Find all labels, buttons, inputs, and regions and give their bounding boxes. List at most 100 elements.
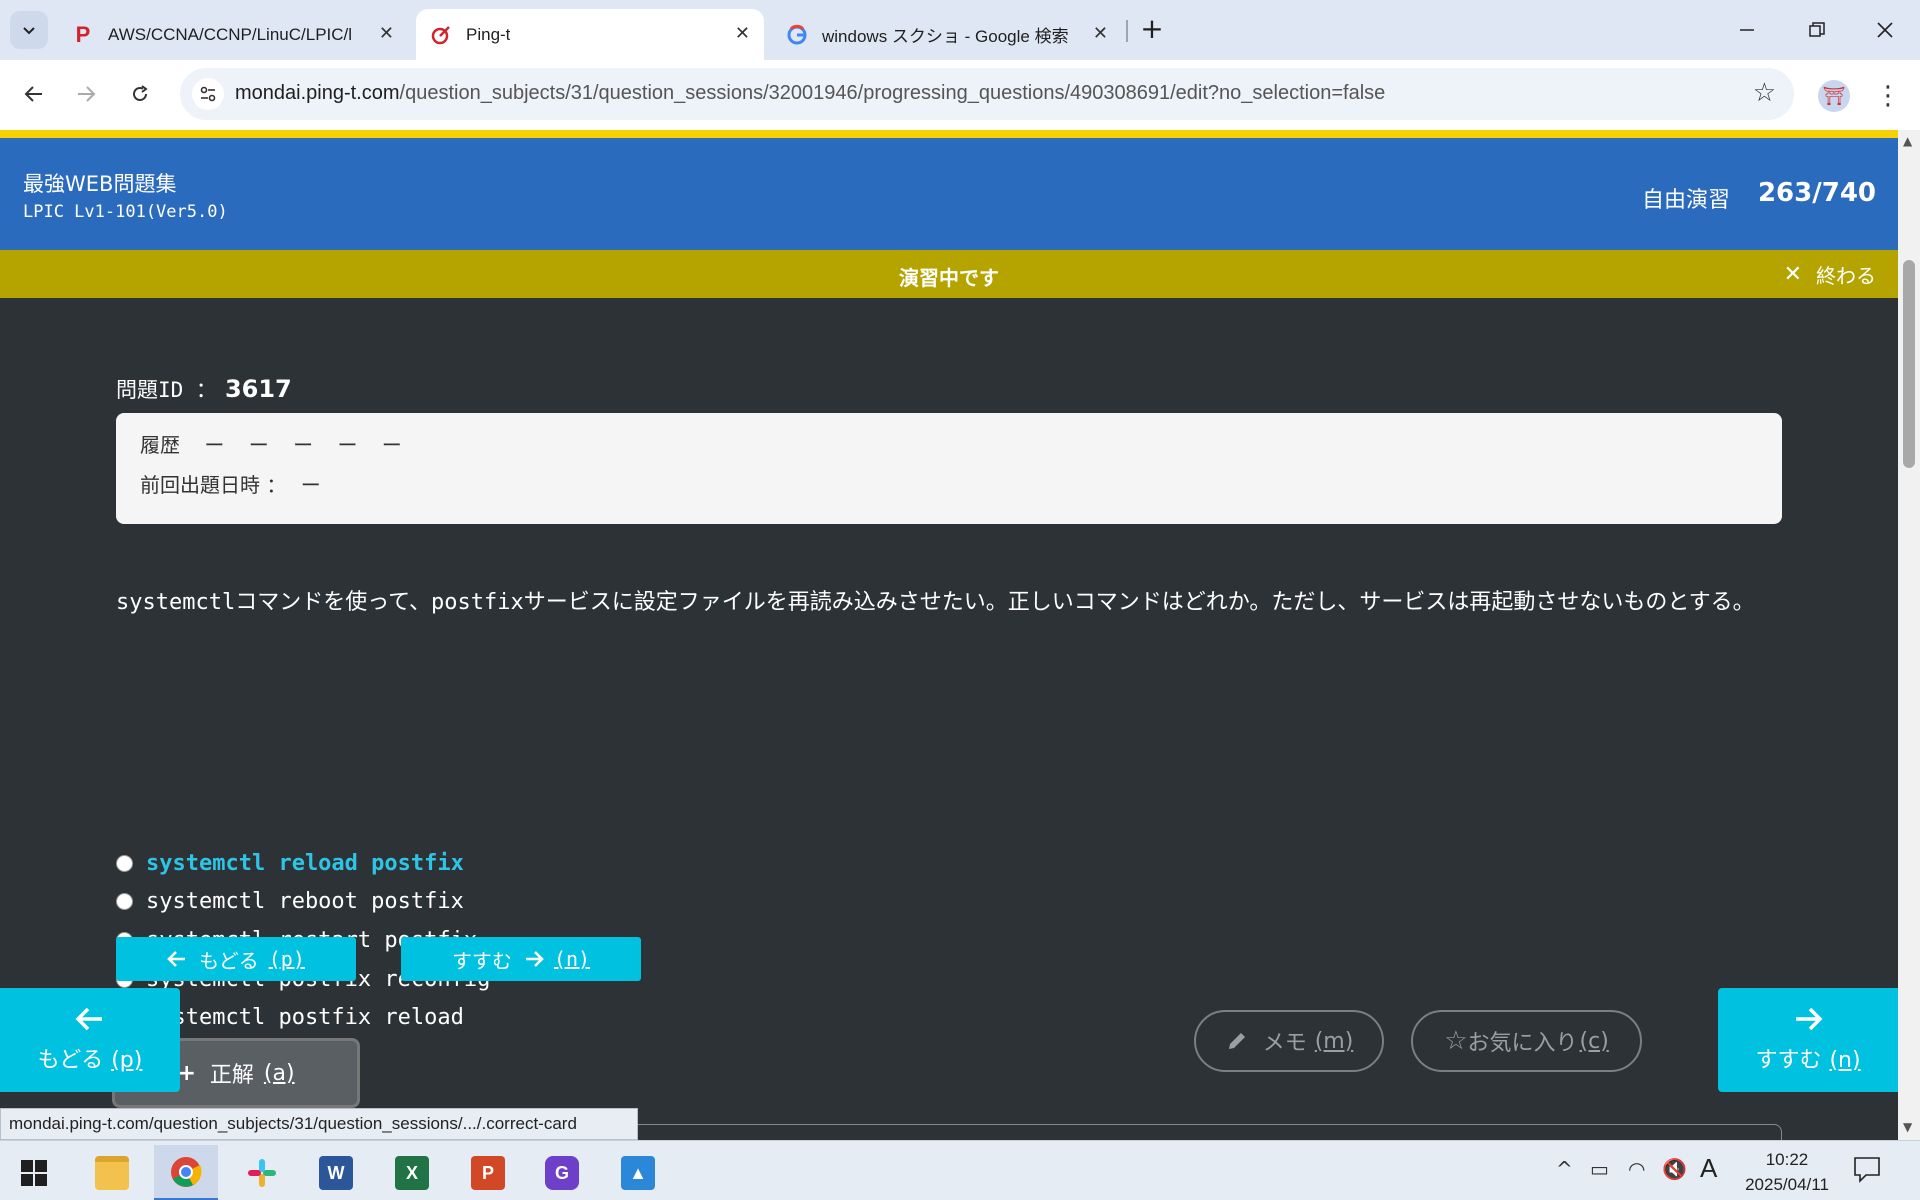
reload-icon[interactable]: [120, 74, 160, 114]
next-button[interactable]: すすむ (n): [401, 937, 641, 981]
forward-arrow-icon[interactable]: [66, 74, 106, 114]
browser-tab-active[interactable]: Ping-t ✕: [416, 9, 764, 60]
tab-separator: [1126, 20, 1128, 42]
wifi-icon[interactable]: ◠: [1628, 1157, 1645, 1181]
floating-next-button[interactable]: すすむ (n): [1718, 988, 1898, 1092]
taskbar-photos[interactable]: ▲: [606, 1145, 670, 1200]
slack-icon: [248, 1159, 276, 1187]
last-date-row: 前回出題日時 ： ー: [140, 469, 321, 498]
url-path: /question_subjects/31/question_sessions/…: [399, 82, 1386, 104]
scroll-up-icon[interactable]: ▲: [1903, 134, 1912, 148]
notification-center-icon[interactable]: [1852, 1155, 1886, 1185]
back-arrow-icon[interactable]: [14, 74, 54, 114]
folder-icon: [95, 1156, 129, 1190]
excel-icon: X: [395, 1156, 429, 1190]
history-mark: ー: [337, 433, 358, 457]
tab-close-icon[interactable]: ✕: [1093, 23, 1108, 44]
back-button[interactable]: もどる (p): [116, 937, 356, 981]
scroll-down-icon[interactable]: ▼: [1903, 1120, 1912, 1134]
floating-back-button[interactable]: もどる (p): [0, 988, 180, 1092]
end-session-button[interactable]: ✕ 終わる: [1784, 260, 1876, 289]
address-bar[interactable]: mondai.ping-t.com/question_subjects/31/q…: [180, 68, 1794, 120]
history-mark: ー: [293, 433, 314, 457]
chevron-down-icon: [23, 27, 35, 35]
next-shortcut-key: (n): [553, 947, 591, 971]
favorite-shortcut-key: (c): [1579, 1028, 1609, 1054]
taskbar-file-explorer[interactable]: [80, 1145, 144, 1200]
favorite-button[interactable]: ☆ お気に入り (c): [1411, 1010, 1642, 1072]
windows-logo-icon: [21, 1160, 47, 1186]
restore-icon[interactable]: [1794, 10, 1840, 50]
history-label: 履歴: [140, 433, 180, 457]
tab-close-icon[interactable]: ✕: [735, 23, 750, 44]
arrow-right-icon: [525, 951, 544, 967]
site-info-icon[interactable]: [192, 78, 224, 110]
question-service: postfix: [431, 590, 524, 615]
history-mark: ー: [248, 433, 269, 457]
photos-icon: ▲: [621, 1156, 655, 1190]
star-outline-icon: ☆: [1444, 1026, 1468, 1056]
answer-option-label: systemctl postfix reload: [146, 1005, 464, 1031]
web-page: 最強WEB問題集 LPIC Lv1-101(Ver5.0) 自由演習 263/7…: [0, 130, 1898, 1140]
ping-t-logo-icon: [430, 24, 452, 46]
arrow-left-icon: [75, 1007, 102, 1031]
speaker-muted-icon[interactable]: 🔇: [1662, 1157, 1687, 1181]
windows-taskbar: W X P G ▲ ^ ▭ ◠ 🔇 A 10:22 2025/04/11: [0, 1140, 1920, 1200]
tab-title: windows スクショ - Google 検索: [822, 27, 1069, 46]
question-id-value: 3617: [224, 375, 292, 403]
floating-back-label: もどる: [37, 1048, 104, 1073]
scrollbar-thumb[interactable]: [1903, 260, 1915, 468]
browser-tab[interactable]: P AWS/CCNA/CCNP/LinuC/LPIC/l ✕: [58, 9, 408, 60]
ime-indicator[interactable]: A: [1700, 1153, 1717, 1184]
url-text: mondai.ping-t.com/question_subjects/31/q…: [235, 82, 1385, 105]
pencil-icon: [1228, 1033, 1245, 1049]
clock-date: 2025/04/11: [1745, 1175, 1829, 1194]
tab-title: Ping-t: [466, 24, 511, 44]
minimize-icon[interactable]: [1724, 10, 1770, 50]
profile-avatar-icon[interactable]: ⛩: [1818, 80, 1850, 112]
question-fragment: コマンドを使って、: [235, 590, 432, 615]
answer-option[interactable]: systemctl reload postfix: [116, 844, 490, 883]
last-date-value: ー: [300, 473, 321, 497]
memo-button[interactable]: メモ (m): [1194, 1010, 1384, 1072]
bookmark-star-icon[interactable]: ☆: [1753, 80, 1776, 106]
word-icon: W: [319, 1156, 353, 1190]
taskbar-word[interactable]: W: [304, 1145, 368, 1200]
browser-tab-strip: P AWS/CCNA/CCNP/LinuC/LPIC/l ✕ Ping-t ✕ …: [0, 0, 1920, 60]
browser-menu-icon[interactable]: ⋮: [1872, 80, 1904, 112]
tab-title: AWS/CCNA/CCNP/LinuC/LPIC/l: [108, 24, 353, 44]
battery-icon[interactable]: ▭: [1590, 1157, 1609, 1181]
ping-t-favicon-icon: P: [75, 21, 91, 47]
question-command: systemctl: [116, 590, 236, 615]
start-button[interactable]: [2, 1145, 66, 1200]
floating-next-key: (n): [1829, 1048, 1861, 1073]
show-answer-label: 正解: [209, 1063, 254, 1088]
answer-option-label: systemctl reload postfix: [146, 850, 464, 876]
clock-time: 10:22: [1765, 1150, 1809, 1169]
page-scrollbar[interactable]: ▲ ▼: [1898, 130, 1920, 1140]
taskbar-clock[interactable]: 10:22 2025/04/11: [1732, 1147, 1842, 1197]
tray-overflow-chevron-icon[interactable]: ^: [1556, 1157, 1573, 1181]
last-date-label: 前回出題日時 ：: [140, 473, 287, 497]
taskbar-chrome[interactable]: [154, 1145, 218, 1200]
taskbar-powerpoint[interactable]: P: [456, 1145, 520, 1200]
new-tab-plus-icon[interactable]: +: [1136, 12, 1168, 45]
answer-option[interactable]: systemctl reboot postfix: [116, 883, 490, 922]
tab-search-button[interactable]: [10, 11, 48, 49]
taskbar-github-desktop[interactable]: G: [530, 1145, 594, 1200]
taskbar-excel[interactable]: X: [380, 1145, 444, 1200]
tab-close-icon[interactable]: ✕: [379, 23, 394, 44]
radio-button[interactable]: [116, 893, 133, 911]
answer-option-label: systemctl reboot postfix: [146, 889, 464, 915]
course-name: LPIC Lv1-101(Ver5.0): [23, 202, 228, 222]
taskbar-slack[interactable]: [230, 1145, 294, 1200]
chrome-icon: [171, 1156, 202, 1187]
github-icon: G: [545, 1156, 579, 1190]
browser-tab[interactable]: windows スクショ - Google 検索 ✕: [772, 9, 1122, 60]
brand-title: 最強WEB問題集: [23, 172, 177, 196]
arrow-left-icon: [167, 951, 186, 967]
history-mark: ー: [204, 433, 225, 457]
radio-button[interactable]: [116, 854, 133, 872]
window-close-icon[interactable]: [1862, 10, 1908, 50]
url-domain: mondai.ping-t.com: [235, 82, 400, 104]
